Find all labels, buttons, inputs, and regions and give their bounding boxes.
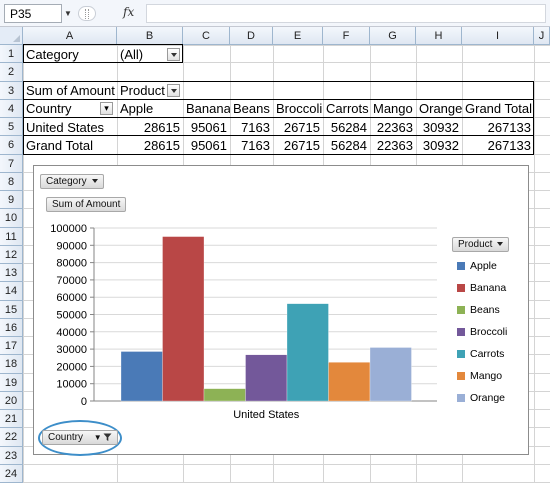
legend-swatch: [457, 350, 465, 359]
row-header-3[interactable]: 3: [0, 81, 23, 100]
legend-swatch: [457, 394, 465, 403]
legend-swatch: [457, 372, 465, 381]
row-header-8[interactable]: 8: [0, 172, 23, 191]
row-header-5[interactable]: 5: [0, 118, 23, 137]
legend-label: Carrots: [470, 348, 505, 360]
bar-banana: [162, 236, 205, 402]
legend-swatch: [457, 328, 465, 337]
row-header-18[interactable]: 18: [0, 355, 23, 374]
formula-bar-resize-handle[interactable]: [78, 6, 96, 21]
row-header-10[interactable]: 10: [0, 209, 23, 228]
column-header-a[interactable]: A: [23, 27, 117, 45]
legend-item-carrots[interactable]: Carrots: [457, 348, 504, 360]
row-header-2[interactable]: 2: [0, 63, 23, 82]
legend-swatch: [457, 284, 465, 293]
y-tick-label: 90000: [56, 240, 87, 252]
bar-orange: [369, 347, 412, 402]
legend-label: Beans: [470, 304, 500, 316]
row-header-16[interactable]: 16: [0, 318, 23, 337]
legend-item-beans[interactable]: Beans: [457, 304, 500, 316]
pivot-total-divider: [23, 135, 534, 137]
row-header-1[interactable]: 1: [0, 45, 23, 64]
y-tick-label: 30000: [56, 344, 87, 356]
row-header-13[interactable]: 13: [0, 264, 23, 283]
row-header-6[interactable]: 6: [0, 136, 23, 155]
y-tick-label: 80000: [56, 258, 87, 270]
legend-item-apple[interactable]: Apple: [457, 260, 497, 272]
legend-label: Banana: [470, 282, 507, 294]
y-tick-label: 50000: [56, 310, 87, 322]
legend-label: Apple: [470, 260, 497, 272]
legend-item-mango[interactable]: Mango: [457, 370, 502, 382]
legend-swatch: [457, 306, 465, 315]
row-header-19[interactable]: 19: [0, 373, 23, 392]
x-category-label: United States: [233, 409, 300, 421]
legend-label: Broccoli: [470, 326, 508, 338]
row-header-4[interactable]: 4: [0, 99, 23, 118]
legend-item-broccoli[interactable]: Broccoli: [457, 326, 507, 338]
bar-beans: [203, 388, 246, 402]
row-header-9[interactable]: 9: [0, 191, 23, 210]
column-header-g[interactable]: G: [370, 27, 416, 45]
row-header-7[interactable]: 7: [0, 154, 23, 173]
bar-apple: [120, 351, 163, 402]
name-box-dropdown-icon[interactable]: ▼: [62, 4, 74, 23]
row-header-17[interactable]: 17: [0, 337, 23, 356]
report-filter-dropdown-button[interactable]: [167, 47, 180, 61]
row-header-24[interactable]: 24: [0, 464, 23, 483]
column-header-d[interactable]: D: [230, 27, 273, 45]
row-header-20[interactable]: 20: [0, 391, 23, 410]
column-header-i[interactable]: I: [462, 27, 534, 45]
column-header-c[interactable]: C: [183, 27, 230, 45]
row-header-21[interactable]: 21: [0, 410, 23, 429]
column-header-h[interactable]: H: [416, 27, 462, 45]
formula-input[interactable]: [146, 4, 546, 23]
y-tick-label: 10000: [56, 379, 87, 391]
row-header-12[interactable]: 12: [0, 245, 23, 264]
name-box[interactable]: P35: [4, 4, 62, 23]
y-tick-label: 0: [81, 396, 87, 408]
row-header-14[interactable]: 14: [0, 282, 23, 301]
column-header-b[interactable]: B: [117, 27, 183, 45]
row-header-11[interactable]: 11: [0, 227, 23, 246]
y-tick-label: 60000: [56, 292, 87, 304]
grid-line: [534, 45, 535, 483]
formula-bar: P35 ▼ fx: [0, 0, 550, 27]
select-all-button[interactable]: [0, 27, 23, 45]
legend-item-banana[interactable]: Banana: [457, 282, 506, 294]
bar-carrots: [286, 303, 329, 402]
chart-plot-area: 0 10000 20000 30000 40000 50000 60000 70000 8000…: [50, 223, 437, 421]
row-header-22[interactable]: 22: [0, 428, 23, 447]
column-header-j[interactable]: J: [534, 27, 550, 45]
pivot-chart[interactable]: Category Sum of Amount Product Country ▼…: [33, 165, 529, 456]
y-tick-label: 100000: [50, 223, 87, 235]
legend-label: Mango: [470, 370, 503, 382]
legend-item-orange[interactable]: Orange: [457, 392, 505, 404]
grid-line: [23, 463, 550, 465]
legend-swatch: [457, 262, 465, 271]
bar-mango: [328, 362, 371, 402]
row-header-15[interactable]: 15: [0, 300, 23, 319]
y-tick-label: 20000: [56, 361, 87, 373]
y-tick-label: 70000: [56, 275, 87, 287]
pivot-header-divider: [23, 98, 534, 100]
pivot-header-divider: [23, 117, 534, 118]
y-tick-label: 40000: [56, 327, 87, 339]
column-header-f[interactable]: F: [323, 27, 370, 45]
legend-label: Orange: [470, 392, 506, 404]
bar-broccoli: [245, 354, 288, 402]
insert-function-button[interactable]: fx: [123, 5, 134, 19]
row-header-23[interactable]: 23: [0, 446, 23, 465]
report-filter-label: Category: [26, 46, 79, 62]
column-header-e[interactable]: E: [273, 27, 323, 45]
